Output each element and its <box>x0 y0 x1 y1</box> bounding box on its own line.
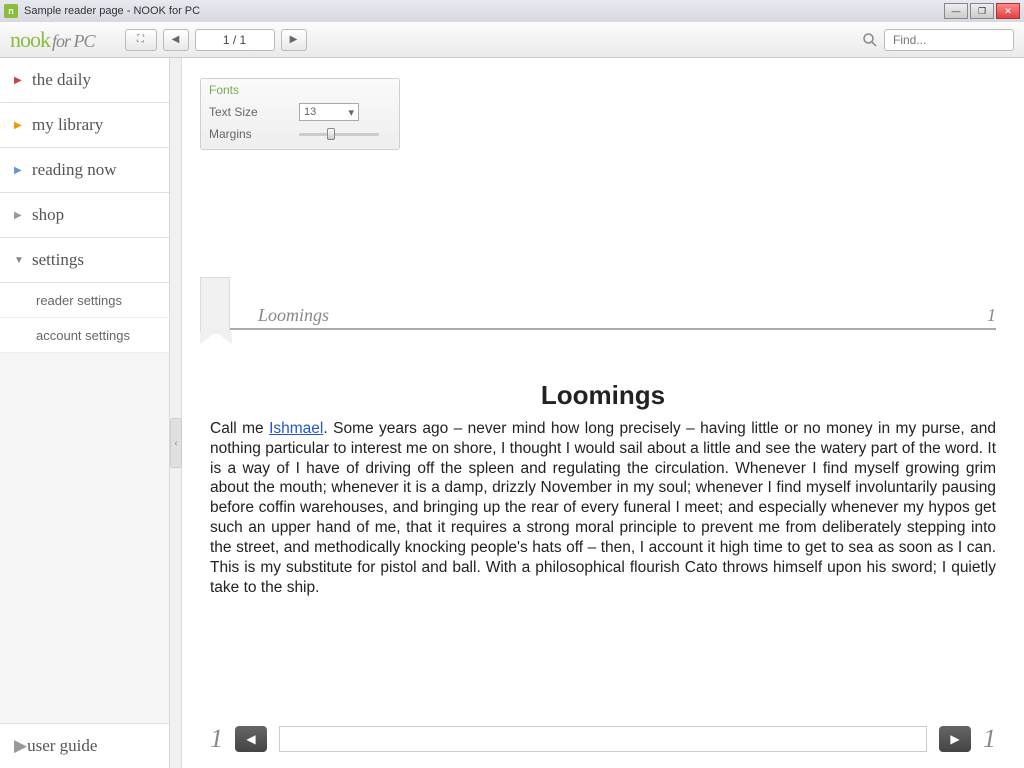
sidebar-subitem-account-settings[interactable]: account settings <box>0 318 169 353</box>
minimize-button[interactable]: — <box>944 3 968 19</box>
sidebar-item-label: reading now <box>32 160 117 180</box>
sidebar-item-user-guide[interactable]: ▶user guide <box>0 723 169 768</box>
sidebar-spacer <box>0 353 169 723</box>
sidebar-item-label: settings <box>32 250 84 270</box>
margins-slider[interactable] <box>299 127 379 141</box>
body-prefix: Call me <box>210 420 269 437</box>
fullscreen-button[interactable]: ⛶ <box>125 29 157 51</box>
logo-suffix: for PC <box>52 31 95 51</box>
bookmark-ribbon-icon[interactable] <box>200 277 230 333</box>
toolbar: nookfor PC ⛶ ◀ 1 / 1 ▶ <box>0 22 1024 58</box>
slider-thumb[interactable] <box>327 128 335 140</box>
close-button[interactable]: ✕ <box>996 3 1020 19</box>
app-icon: n <box>4 4 18 18</box>
logo-brand: nook <box>10 27 50 52</box>
sidebar-subitem-reader-settings[interactable]: reader settings <box>0 283 169 318</box>
chapter-title: Loomings <box>210 380 996 411</box>
running-header-title: Loomings <box>258 305 987 326</box>
footer-next-button[interactable]: ▶ <box>939 726 971 752</box>
caret-icon: ▶ <box>14 210 22 221</box>
sidebar-item-label: shop <box>32 205 64 225</box>
fonts-panel-title: Fonts <box>209 83 391 97</box>
prev-page-button[interactable]: ◀ <box>163 29 189 51</box>
chevron-down-icon: ▾ <box>348 106 354 119</box>
logo: nookfor PC <box>10 27 95 53</box>
sidebar-item-settings[interactable]: ▼ settings <box>0 238 169 283</box>
text-size-value: 13 <box>304 106 316 118</box>
text-size-select[interactable]: 13 ▾ <box>299 103 359 121</box>
sidebar-item-reading-now[interactable]: ▶ reading now <box>0 148 169 193</box>
page-indicator[interactable]: 1 / 1 <box>195 29 275 51</box>
ishmael-link[interactable]: Ishmael <box>269 420 323 437</box>
body-text: Call me Ishmael. Some years ago – never … <box>210 419 996 597</box>
sidebar-divider: ‹ <box>170 58 182 768</box>
caret-icon: ▶ <box>14 120 22 131</box>
sidebar-item-the-daily[interactable]: ▶ the daily <box>0 58 169 103</box>
body-rest: . Some years ago – never mind how long p… <box>210 420 996 596</box>
margins-label: Margins <box>209 127 299 141</box>
footer-nav: 1 ◀ ▶ 1 <box>210 724 996 754</box>
sidebar-item-shop[interactable]: ▶ shop <box>0 193 169 238</box>
footer-scrubber[interactable] <box>279 726 927 752</box>
search-icon <box>862 32 878 48</box>
sidebar-item-label: the daily <box>32 70 91 90</box>
page-header: Loomings 1 <box>210 305 996 330</box>
sidebar-subitem-label: account settings <box>36 328 130 343</box>
sidebar-item-label: user guide <box>27 736 97 756</box>
sidebar-subitem-label: reader settings <box>36 293 122 308</box>
caret-down-icon: ▼ <box>14 255 22 266</box>
slider-track <box>299 133 379 136</box>
sidebar-item-label: my library <box>32 115 103 135</box>
sidebar-item-my-library[interactable]: ▶ my library <box>0 103 169 148</box>
running-header-page: 1 <box>987 305 996 326</box>
content-area: Fonts Text Size 13 ▾ Margins Loomings 1 <box>182 58 1024 768</box>
caret-icon: ▶ <box>14 75 22 86</box>
search-input[interactable] <box>884 29 1014 51</box>
footer-prev-button[interactable]: ◀ <box>235 726 267 752</box>
titlebar: n Sample reader page - NOOK for PC — ❐ ✕ <box>0 0 1024 22</box>
fonts-panel: Fonts Text Size 13 ▾ Margins <box>200 78 400 150</box>
sidebar: ▶ the daily ▶ my library ▶ reading now ▶ sho… <box>0 58 170 768</box>
footer-page-right: 1 <box>983 724 996 754</box>
text-size-label: Text Size <box>209 105 299 119</box>
next-page-button[interactable]: ▶ <box>281 29 307 51</box>
footer-page-left: 1 <box>210 724 223 754</box>
maximize-button[interactable]: ❐ <box>970 3 994 19</box>
window-title: Sample reader page - NOOK for PC <box>24 5 944 17</box>
collapse-sidebar-handle[interactable]: ‹ <box>170 418 182 468</box>
caret-icon: ▶ <box>14 736 27 756</box>
caret-icon: ▶ <box>14 165 22 176</box>
